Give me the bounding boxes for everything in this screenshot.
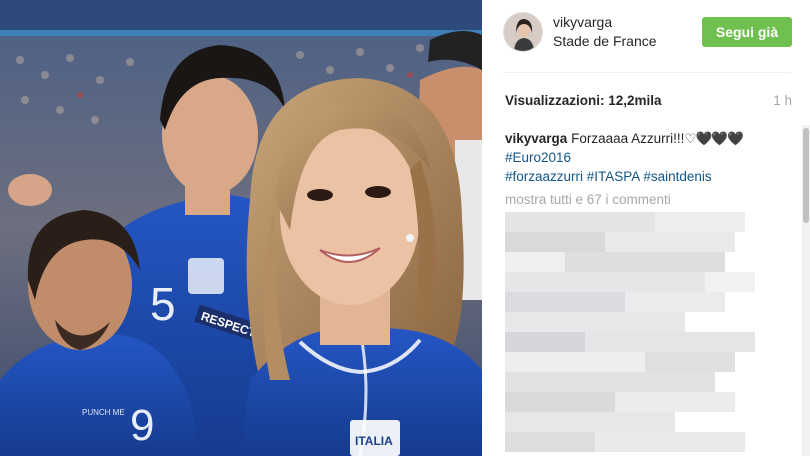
pixelated-comments xyxy=(505,212,775,456)
hashtag-link[interactable]: #saintdenis xyxy=(643,169,711,184)
views-count[interactable]: Visualizzazioni: 12,2mila xyxy=(505,93,662,108)
svg-text:5: 5 xyxy=(150,278,176,330)
comments-section: vikyvarga Forzaaaa Azzurri!!!♡🖤🖤🖤 #Euro2… xyxy=(505,130,795,456)
avatar[interactable] xyxy=(503,12,543,52)
username-link[interactable]: vikyvarga xyxy=(553,14,612,30)
scrollbar-thumb[interactable] xyxy=(803,128,809,223)
hashtag-link[interactable]: #Euro2016 xyxy=(505,150,571,165)
post-header: vikyvarga Stade de France Segui già xyxy=(482,0,810,66)
caption: vikyvarga Forzaaaa Azzurri!!!♡🖤🖤🖤 xyxy=(505,130,795,148)
hashtag-link[interactable]: #ITASPA xyxy=(587,169,640,184)
caption-text: Forzaaaa Azzurri!!! xyxy=(571,131,685,146)
post-photo[interactable]: 5 RESPECT 9 PUNCH ME ITALIA xyxy=(0,0,482,456)
follow-button[interactable]: Segui già xyxy=(702,17,792,47)
post-sidebar: vikyvarga Stade de France Segui già Visu… xyxy=(482,0,810,456)
jersey-badge-text: ITALIA xyxy=(355,434,393,448)
cutout-small-text: PUNCH ME xyxy=(82,408,125,417)
hashtags-line-1: #Euro2016 xyxy=(505,148,795,167)
location-link[interactable]: Stade de France xyxy=(553,33,657,49)
avatar-image xyxy=(504,13,542,51)
divider xyxy=(503,72,791,73)
show-all-comments-link[interactable]: mostra tutti e 67 i commenti xyxy=(505,192,795,207)
hashtag-link[interactable]: #forzaazzurri xyxy=(505,169,583,184)
heart-icons: ♡🖤🖤🖤 xyxy=(684,131,744,146)
caption-username[interactable]: vikyvarga xyxy=(505,131,567,146)
hashtags-line-2: #forzaazzurri #ITASPA #saintdenis xyxy=(505,167,795,186)
post-timestamp[interactable]: 1 h xyxy=(773,93,792,108)
cutout-number: 9 xyxy=(130,401,154,450)
photo-illustration: 5 RESPECT 9 PUNCH ME ITALIA xyxy=(0,0,482,456)
